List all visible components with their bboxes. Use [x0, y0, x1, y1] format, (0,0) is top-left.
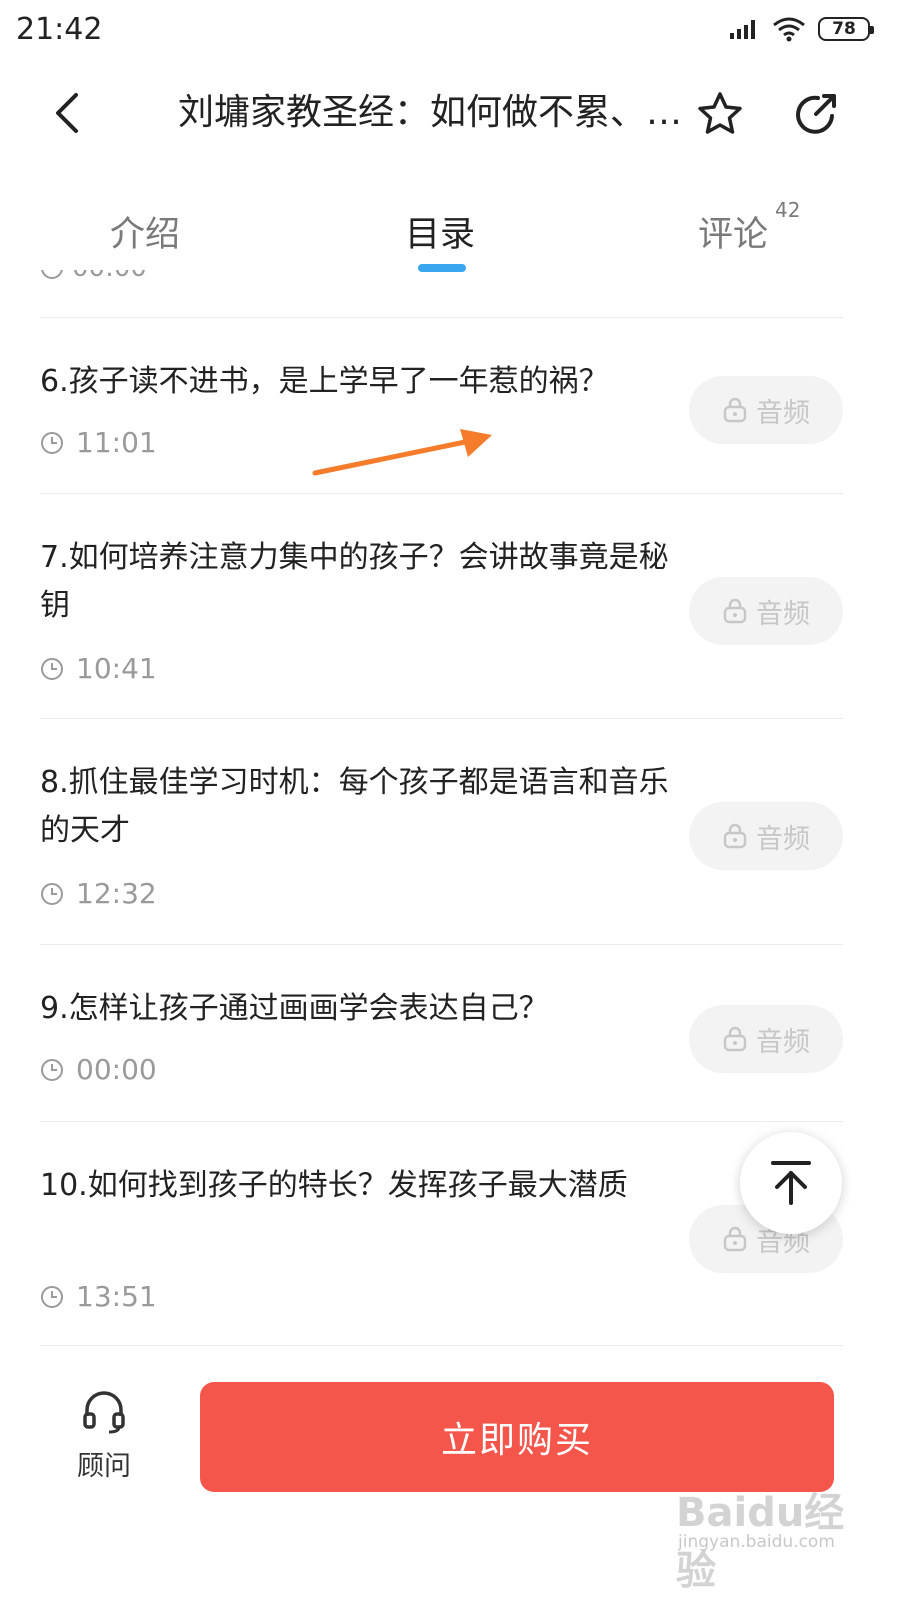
item-duration: 13:51 [76, 1280, 157, 1313]
signal-icon [730, 20, 755, 39]
item-duration-row: 12:32 [40, 877, 157, 910]
item-duration: 00:00 [76, 1053, 157, 1086]
item-duration-row: 10:41 [40, 652, 157, 685]
item-duration: 10:41 [76, 652, 157, 685]
battery-level: 78 [832, 19, 856, 39]
lock-icon [723, 823, 747, 849]
audio-label: 音频 [756, 598, 810, 630]
audio-label: 音频 [756, 823, 810, 855]
share-icon [796, 94, 836, 134]
star-icon [698, 92, 742, 134]
tab-intro[interactable]: 介绍 [110, 206, 180, 257]
back-button[interactable] [40, 86, 94, 140]
audio-locked-button[interactable]: 音频 [689, 1005, 843, 1073]
item-duration-row: 11:01 [40, 426, 157, 459]
arrow-up-icon [771, 1161, 811, 1205]
lock-icon [723, 1026, 747, 1052]
back-to-top-button[interactable] [740, 1132, 842, 1234]
back-icon [56, 93, 78, 133]
nav-bar: 刘墉家教圣经：如何做不累、… [0, 64, 900, 164]
comments-count-badge: 42 [775, 198, 801, 222]
list-item[interactable]: 9.怎样让孩子通过画画学会表达自己？ 00:00 音频 [40, 944, 843, 1121]
list-item-partial: 00:00 [40, 270, 147, 283]
clock-icon [41, 657, 63, 680]
item-duration: 00:00 [72, 270, 147, 283]
list-item[interactable]: 6.孩子读不进书，是上学早了一年惹的祸？ 11:01 音频 [40, 317, 843, 493]
item-duration: 11:01 [76, 426, 157, 459]
bottom-bar: 顾问 立即购买 [0, 1360, 900, 1600]
page-title: 刘墉家教圣经：如何做不累、… [178, 92, 683, 133]
item-title: 9.怎样让孩子通过画画学会表达自己？ [40, 991, 549, 1026]
list-item[interactable]: 8.抓住最佳学习时机：每个孩子都是语言和音乐的天才 12:32 音频 [40, 718, 843, 944]
audio-locked-button[interactable]: 音频 [689, 577, 843, 645]
item-duration-row: 13:51 [40, 1280, 157, 1313]
clock-icon [41, 1285, 63, 1308]
item-title: 7.如何培养注意力集中的孩子？会讲故事竟是秘钥 [40, 540, 669, 623]
clock-icon [41, 882, 63, 905]
clock-icon [41, 431, 63, 454]
battery-icon: 78 [818, 17, 874, 41]
lock-icon [723, 1226, 747, 1252]
advisor-button[interactable]: 顾问 [66, 1388, 142, 1483]
lock-icon [723, 397, 747, 423]
wifi-icon [773, 17, 805, 42]
tab-comments[interactable]: 评论 [698, 206, 768, 257]
item-title: 8.抓住最佳学习时机：每个孩子都是语言和音乐的天才 [40, 765, 669, 848]
status-bar: 21:42 78 [0, 0, 900, 64]
item-duration-row: 00:00 [40, 1053, 157, 1086]
headset-icon [83, 1391, 125, 1434]
item-duration: 12:32 [76, 877, 157, 910]
buy-now-button[interactable]: 立即购买 [200, 1382, 834, 1492]
list-item[interactable]: 7.如何培养注意力集中的孩子？会讲故事竟是秘钥 10:41 音频 [40, 493, 843, 718]
tab-catalog[interactable]: 目录 [405, 206, 475, 257]
audio-label: 音频 [756, 397, 810, 429]
lock-icon [723, 598, 747, 624]
item-title: 10.如何找到孩子的特长？发挥孩子最大潜质 [40, 1168, 628, 1203]
audio-label: 音频 [756, 1026, 810, 1058]
tab-bar: 介绍 目录 评论 42 [0, 190, 900, 280]
status-icons: 78 [728, 16, 874, 42]
favorite-button[interactable] [690, 84, 750, 144]
list-item[interactable]: 10.如何找到孩子的特长？发挥孩子最大潜质 13:51 音频 [40, 1121, 843, 1346]
advisor-label: 顾问 [77, 1451, 131, 1482]
status-time: 21:42 [16, 12, 103, 47]
item-title: 6.孩子读不进书，是上学早了一年惹的祸？ [40, 364, 609, 399]
audio-locked-button[interactable]: 音频 [689, 376, 843, 444]
audio-locked-button[interactable]: 音频 [689, 802, 843, 870]
clock-icon [41, 270, 63, 279]
clock-icon [41, 1058, 63, 1081]
share-button[interactable] [786, 84, 846, 144]
